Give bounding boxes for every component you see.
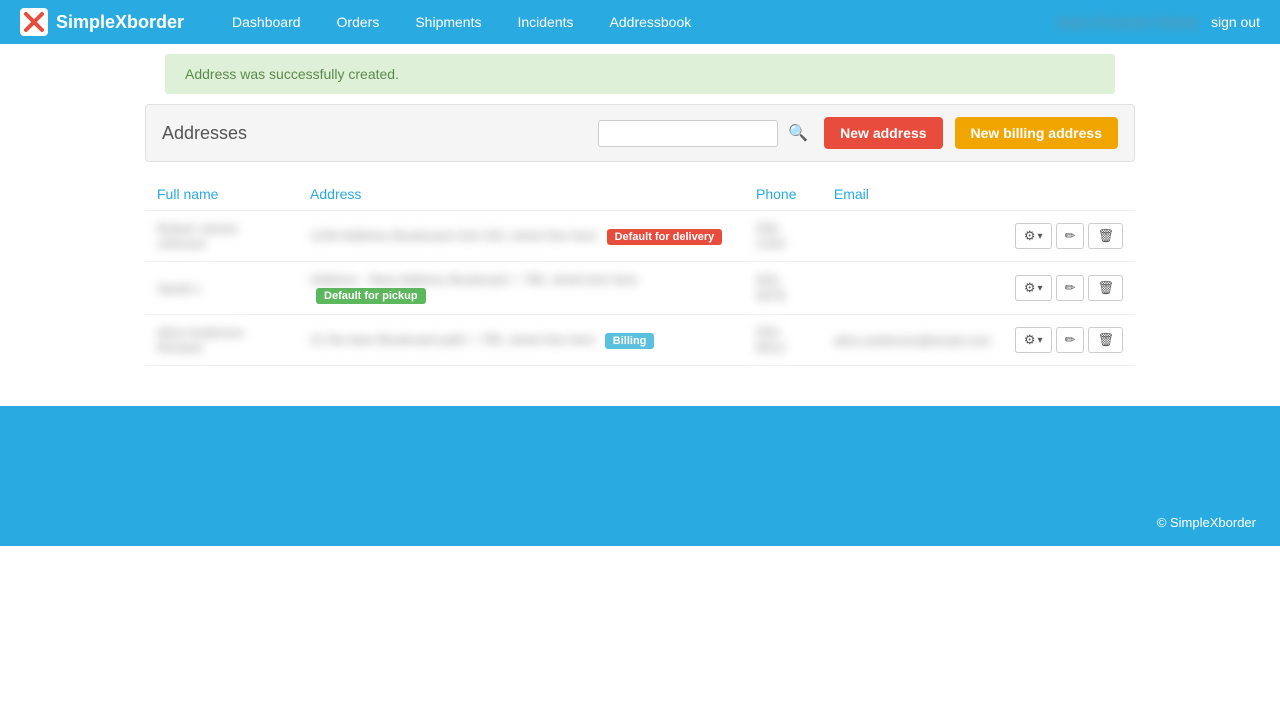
trash-icon: 🗑 bbox=[1097, 332, 1114, 348]
caret-icon: ▾ bbox=[1038, 335, 1043, 346]
search-box: 🔍 bbox=[598, 119, 812, 147]
success-message: Address was successfully created. bbox=[185, 66, 399, 82]
row2-settings-button[interactable]: ⚙ ▾ bbox=[1015, 275, 1052, 301]
row2-phone-text: 555-5678 bbox=[756, 273, 785, 303]
gear-icon: ⚙ bbox=[1024, 332, 1036, 348]
row3-address-text: 21 the lane Boulevard path + 785, street… bbox=[310, 332, 595, 347]
col-fullname: Full name bbox=[145, 178, 298, 211]
row3-action-buttons: ⚙ ▾ ✏ 🗑 bbox=[1015, 327, 1123, 353]
trash-icon: 🗑 bbox=[1097, 280, 1114, 296]
addresses-table: Full name Address Phone Email Robert Jam… bbox=[145, 178, 1135, 366]
table-row: Robert James Johnson 1234 Address Boulev… bbox=[145, 211, 1135, 262]
row3-delete-button[interactable]: 🗑 bbox=[1088, 327, 1123, 353]
row2-email bbox=[822, 262, 1003, 315]
col-phone: Phone bbox=[744, 178, 822, 211]
table-row: Alice Anderson Richard 21 the lane Boule… bbox=[145, 315, 1135, 366]
logo-icon bbox=[20, 8, 48, 36]
col-actions bbox=[1003, 178, 1135, 211]
row2-badge: Default for pickup bbox=[316, 288, 426, 304]
nav-incidents[interactable]: Incidents bbox=[499, 0, 591, 44]
search-input[interactable] bbox=[598, 120, 778, 147]
new-billing-address-button[interactable]: New billing address bbox=[955, 117, 1118, 149]
footer-copyright: © SimpleXborder bbox=[1157, 515, 1256, 530]
table-header-row: Full name Address Phone Email bbox=[145, 178, 1135, 211]
addresses-title: Addresses bbox=[162, 123, 586, 144]
row2-edit-button[interactable]: ✏ bbox=[1056, 275, 1085, 301]
row2-phone: 555-5678 bbox=[744, 262, 822, 315]
user-name: Name Firstname Partner bbox=[1057, 15, 1199, 30]
success-banner: Address was successfully created. bbox=[165, 54, 1115, 94]
row1-badge: Default for delivery bbox=[607, 229, 723, 245]
trash-icon: 🗑 bbox=[1097, 228, 1114, 244]
row3-badge: Billing bbox=[605, 333, 655, 349]
col-address: Address bbox=[298, 178, 744, 211]
nav-shipments[interactable]: Shipments bbox=[397, 0, 499, 44]
new-address-button[interactable]: New address bbox=[824, 117, 942, 149]
row3-fullname: Alice Anderson Richard bbox=[145, 315, 298, 366]
row1-name-text: Robert James Johnson bbox=[157, 221, 238, 251]
caret-icon: ▾ bbox=[1038, 283, 1043, 294]
row3-name-text: Alice Anderson Richard bbox=[157, 325, 244, 355]
main-nav: Dashboard Orders Shipments Incidents Add… bbox=[214, 0, 1057, 44]
logo-area: SimpleXborder bbox=[20, 8, 184, 36]
nav-dashboard[interactable]: Dashboard bbox=[214, 0, 319, 44]
row2-fullname: Sarah L bbox=[145, 262, 298, 315]
main-content: Addresses 🔍 New address New billing addr… bbox=[135, 104, 1145, 366]
signout-link[interactable]: sign out bbox=[1211, 14, 1260, 30]
row1-phone: 555-1234 bbox=[744, 211, 822, 262]
search-icon: 🔍 bbox=[788, 125, 808, 142]
row1-address: 1234 Address Boulevard Unit 100, street … bbox=[298, 211, 744, 262]
row3-settings-button[interactable]: ⚙ ▾ bbox=[1015, 327, 1052, 353]
row1-phone-text: 555-1234 bbox=[756, 221, 785, 251]
row1-fullname: Robert James Johnson bbox=[145, 211, 298, 262]
row1-actions: ⚙ ▾ ✏ 🗑 bbox=[1003, 211, 1135, 262]
row3-actions: ⚙ ▾ ✏ 🗑 bbox=[1003, 315, 1135, 366]
row2-action-buttons: ⚙ ▾ ✏ 🗑 bbox=[1015, 275, 1123, 301]
row2-actions: ⚙ ▾ ✏ 🗑 bbox=[1003, 262, 1135, 315]
caret-icon: ▾ bbox=[1038, 231, 1043, 242]
brand-name: SimpleXborder bbox=[56, 12, 184, 33]
row1-settings-button[interactable]: ⚙ ▾ bbox=[1015, 223, 1052, 249]
row1-action-buttons: ⚙ ▾ ✏ 🗑 bbox=[1015, 223, 1123, 249]
col-email: Email bbox=[822, 178, 1003, 211]
gear-icon: ⚙ bbox=[1024, 228, 1036, 244]
row1-email bbox=[822, 211, 1003, 262]
row2-address: Address - New Address Boulevard + 780, s… bbox=[298, 262, 744, 315]
edit-icon: ✏ bbox=[1065, 332, 1076, 348]
row2-name-text: Sarah L bbox=[157, 281, 203, 296]
nav-orders[interactable]: Orders bbox=[319, 0, 398, 44]
user-area: Name Firstname Partner sign out bbox=[1057, 14, 1260, 30]
row3-email: alice.anderson@email.com bbox=[822, 315, 1003, 366]
footer: © SimpleXborder bbox=[0, 406, 1280, 546]
addresses-bar: Addresses 🔍 New address New billing addr… bbox=[145, 104, 1135, 162]
row3-phone: 555-9012 bbox=[744, 315, 822, 366]
row2-delete-button[interactable]: 🗑 bbox=[1088, 275, 1123, 301]
row2-address-text: Address - New Address Boulevard + 780, s… bbox=[310, 272, 638, 287]
row1-edit-button[interactable]: ✏ bbox=[1056, 223, 1085, 249]
row1-delete-button[interactable]: 🗑 bbox=[1088, 223, 1123, 249]
edit-icon: ✏ bbox=[1065, 228, 1076, 244]
row3-address: 21 the lane Boulevard path + 785, street… bbox=[298, 315, 744, 366]
table-row: Sarah L Address - New Address Boulevard … bbox=[145, 262, 1135, 315]
nav-addressbook[interactable]: Addressbook bbox=[592, 0, 710, 44]
top-bar: SimpleXborder Dashboard Orders Shipments… bbox=[0, 0, 1280, 44]
gear-icon: ⚙ bbox=[1024, 280, 1036, 296]
search-button[interactable]: 🔍 bbox=[784, 119, 812, 147]
row3-email-text: alice.anderson@email.com bbox=[834, 333, 991, 348]
row3-edit-button[interactable]: ✏ bbox=[1056, 327, 1085, 353]
row3-phone-text: 555-9012 bbox=[756, 325, 785, 355]
row1-address-text: 1234 Address Boulevard Unit 100, street … bbox=[310, 228, 597, 243]
edit-icon: ✏ bbox=[1065, 280, 1076, 296]
